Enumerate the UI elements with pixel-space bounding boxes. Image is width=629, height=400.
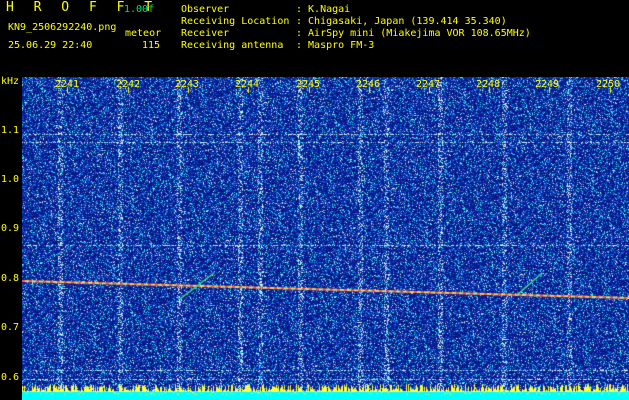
x-tick-label: 2245	[296, 79, 321, 90]
y-tick-label: 1.1	[1, 125, 20, 136]
date-time: 25.06.29 22:40	[8, 40, 93, 51]
y-tick-label: 1.0	[1, 174, 20, 185]
observer-value: : K.Nagai	[296, 4, 351, 15]
y-tick-label: 0.6	[1, 372, 20, 383]
spectrogram-canvas	[22, 77, 629, 400]
x-tick-label: 2246	[356, 79, 381, 90]
location-label: Receiving Location	[181, 16, 290, 27]
header-panel: H R O F F T 1.00f KN9_2506292240.png met…	[0, 0, 629, 76]
antenna-value: : Maspro FM-3	[296, 40, 375, 51]
receiver-label: Receiver	[181, 28, 230, 39]
mode-label: meteor	[125, 28, 162, 39]
frequency-axis: kHz 1.1 1.0 0.9 0.8 0.7 0.6	[0, 77, 22, 400]
x-tick-label: 2241	[55, 79, 80, 90]
x-tick-label: 2242	[116, 79, 141, 90]
x-tick-label: 2249	[535, 79, 560, 90]
antenna-label: Receiving antenna	[181, 40, 284, 51]
location-value: : Chigasaki, Japan (139.414 35.340)	[296, 16, 507, 27]
x-tick-label: 2250	[596, 79, 621, 90]
x-tick-label: 2244	[235, 79, 260, 90]
file-name: KN9_2506292240.png	[8, 22, 117, 33]
observer-label: Observer	[181, 4, 230, 15]
x-tick-label: 2243	[175, 79, 200, 90]
y-tick-label: 0.8	[1, 273, 20, 284]
receiver-value: : AirSpy mini (Miakejima VOR 108.65MHz)	[296, 28, 531, 39]
detection-count: 115	[142, 40, 161, 51]
app-version: 1.00f	[124, 4, 155, 15]
x-tick-label: 2248	[476, 79, 501, 90]
x-tick-label: 2247	[416, 79, 441, 90]
y-tick-label: 0.7	[1, 322, 20, 333]
y-unit-label: kHz	[1, 76, 20, 87]
y-tick-label: 0.9	[1, 223, 20, 234]
